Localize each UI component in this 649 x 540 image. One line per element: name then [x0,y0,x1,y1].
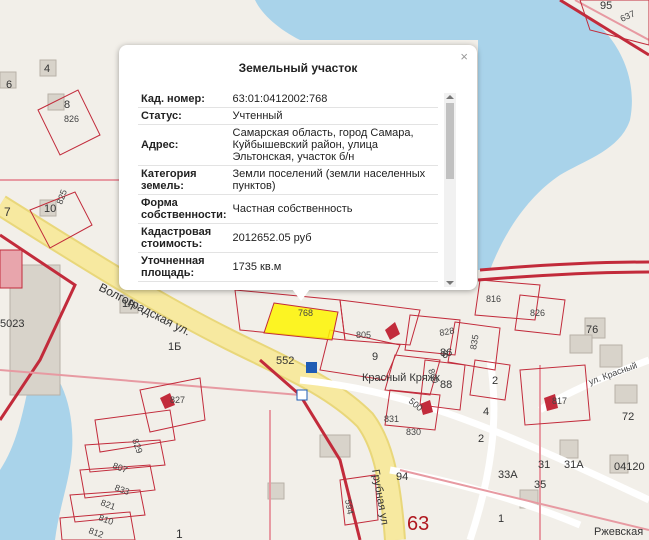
parcel-label-552: 552 [276,355,294,367]
parcel-label-5023: 5023 [0,318,24,330]
transport-icon[interactable] [296,389,308,401]
table-row: Кад. номер: 63:01:0412002:768 [138,91,438,108]
house-number: 31А [564,459,584,471]
property-value: Частная собственность [229,194,438,224]
quarter-number-label: 04120 [614,461,645,473]
bus-stop-icon[interactable] [306,362,317,373]
property-key: Кад. номер: [138,91,230,108]
parcel-label-826: 826 [64,114,79,124]
house-number: 88 [440,379,452,391]
parcel-label-827: 827 [170,395,185,405]
house-number: 2 [478,433,484,445]
parcel-label-817: 817 [552,396,567,406]
house-number: 33А [498,469,518,481]
zoned-buildings [0,249,23,289]
table-row: Уточненная площадь: 1735 кв.м [138,252,438,282]
building [559,439,579,459]
house-number: 4 [483,406,489,418]
popup-title: Земельный участок [238,61,358,75]
parcel-label-831: 831 [384,414,399,424]
house-number: 2 [492,375,498,387]
table-row: Адрес: Самарская область, город Самара, К… [138,124,438,166]
table-row: Статус: Учтенный [138,107,438,125]
property-value: 2012652.05 руб [229,223,438,253]
house-number: 72 [622,411,634,423]
house-number: 35 [534,479,546,491]
scroll-up-icon[interactable] [446,95,454,99]
house-number: 31 [538,459,550,471]
close-icon[interactable]: × [460,50,468,63]
house-number: 86 [440,347,452,359]
house-number: 76 [586,324,598,336]
popup-pointer [292,289,310,301]
property-key: Статус: [138,107,230,125]
building [599,344,623,368]
popup-scrollbar[interactable] [444,93,456,287]
property-value: Земли поселений (земли населенных пункто… [229,165,438,195]
street-label-rzhevskaya: Ржевская [594,526,643,538]
parcel-label-826b: 826 [530,308,545,318]
property-key: Форма собственности: [138,194,230,224]
house-number: 10 [44,203,56,215]
property-key: Кадастровая стоимость: [138,223,230,253]
property-key: Уточненная площадь: [138,252,230,282]
scrollbar-thumb[interactable] [446,103,454,179]
property-key: Категория земель: [138,165,230,195]
table-row: Категория земель: Земли поселений (земли … [138,165,438,195]
house-number: 1Б [168,341,181,353]
table-row: Кадастровая стоимость: 2012652.05 руб [138,223,438,253]
scroll-down-icon[interactable] [446,281,454,285]
property-value: Самарская область, город Самара, Куйбыше… [229,124,438,166]
block-number-label: 63 [407,513,429,535]
parcel-info-popup: Земельный участок × Кад. номер: 63:01:041… [119,45,477,301]
house-number: 9 [372,351,378,363]
house-number: 1 [498,513,504,525]
building [569,334,593,354]
building [614,384,638,404]
building [47,93,65,111]
house-number: 1 [176,527,183,540]
house-number: 95 [600,0,612,12]
property-key: Адрес: [138,124,230,166]
house-number: 4 [44,63,50,75]
parcel-label-816: 816 [486,294,501,304]
properties-table: Кад. номер: 63:01:0412002:768 Статус: Учте… [138,91,438,282]
zoned-building [0,249,23,289]
house-number: 7 [4,205,11,219]
house-number: 94 [396,471,408,483]
property-value: 63:01:0412002:768 [229,91,438,108]
parcel-label-830: 830 [406,427,421,437]
house-number: 8 [64,99,70,111]
property-value: 1735 кв.м [229,252,438,282]
property-value: Учтенный [229,107,438,125]
house-number: 6 [6,79,12,91]
house-number: 1А [122,298,136,310]
parcel-label-805: 805 [356,330,371,340]
table-row: Форма собственности: Частная собственност… [138,194,438,224]
